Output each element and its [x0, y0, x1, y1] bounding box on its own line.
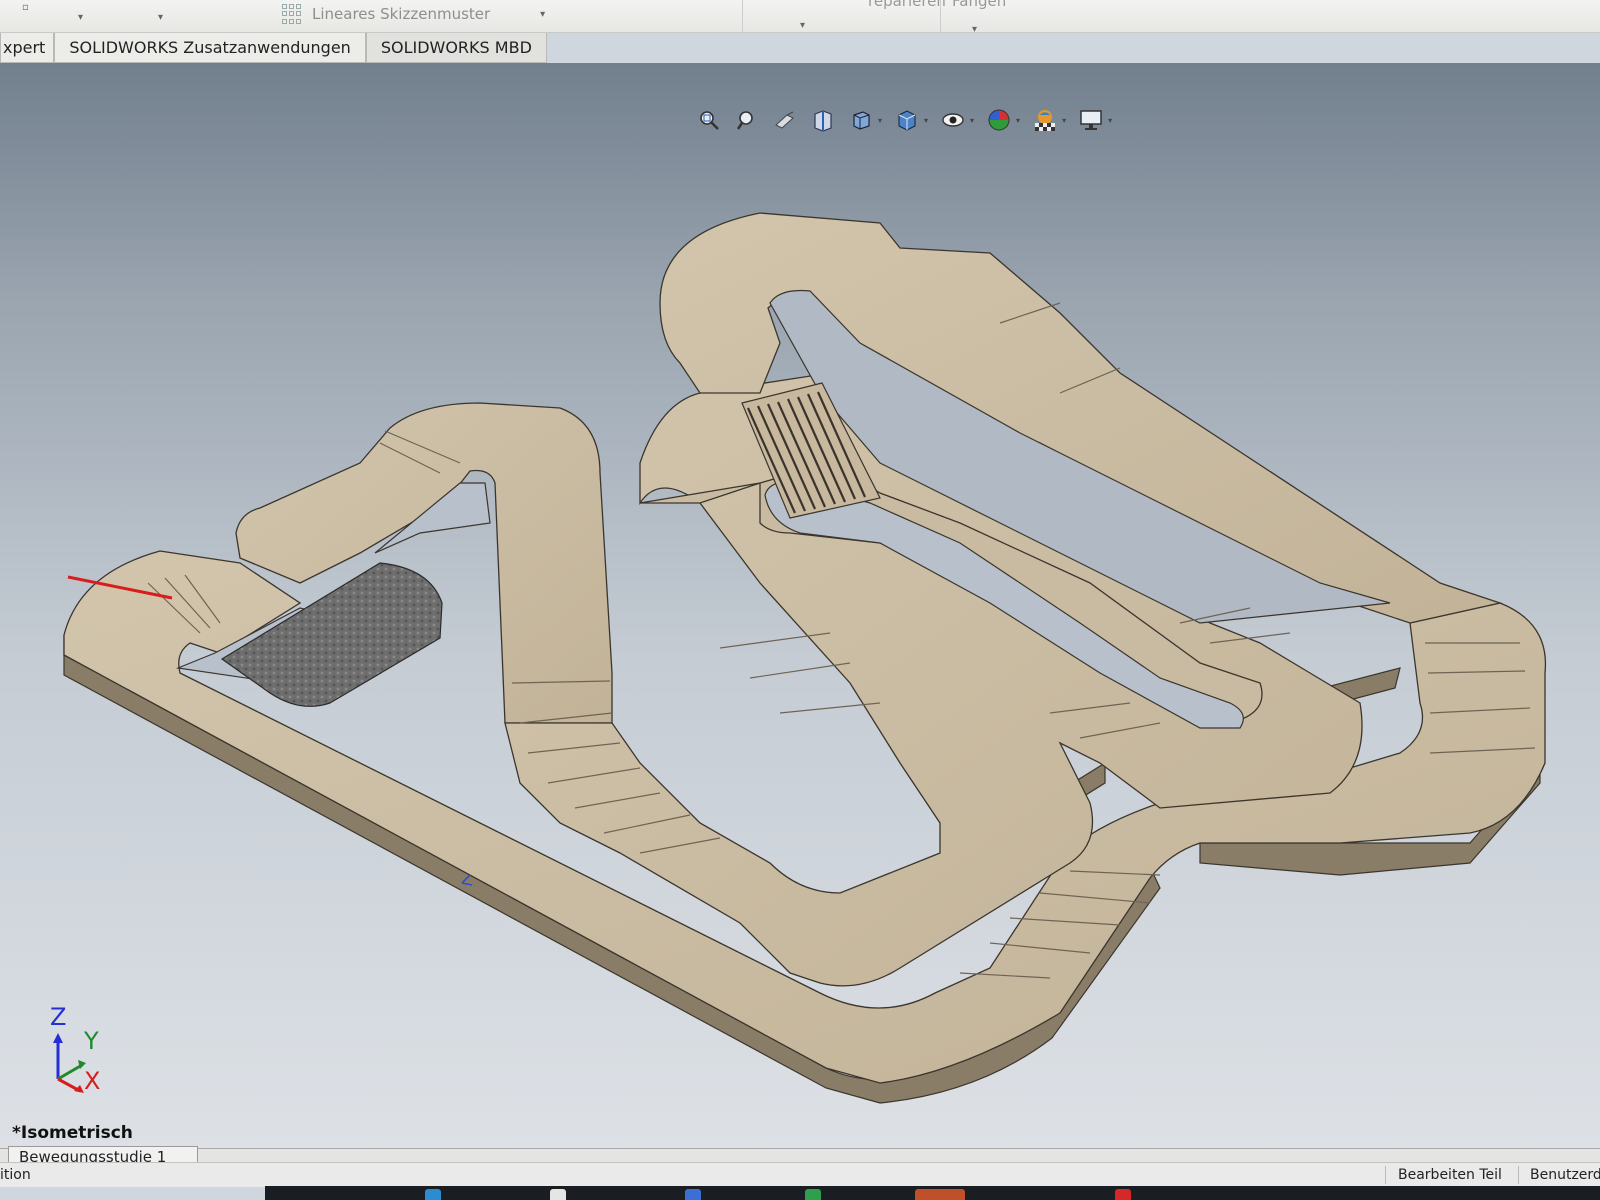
taskbar-app-icon[interactable]	[805, 1189, 821, 1200]
track-model[interactable]	[0, 63, 1600, 1148]
axis-x-label: X	[84, 1067, 101, 1095]
repair-sketch-label[interactable]: reparieren	[868, 0, 946, 10]
dropdown-caret-icon[interactable]: ▾	[972, 24, 977, 35]
command-manager-tabs: xpert SOLIDWORKS Zusatzanwendungen SOLID…	[0, 33, 547, 63]
status-user-defined[interactable]: Benutzerd	[1530, 1167, 1600, 1183]
os-taskbar	[265, 1186, 1600, 1200]
view-orientation-name: *Isometrisch	[12, 1123, 133, 1143]
ribbon-small-icon[interactable]: ▫	[22, 2, 29, 13]
dropdown-caret-icon[interactable]: ▾	[540, 9, 545, 20]
motion-study-bar	[0, 1148, 1600, 1163]
dropdown-caret-icon[interactable]: ▾	[158, 12, 163, 23]
status-left-text: ition	[0, 1167, 31, 1183]
status-edit-mode: Bearbeiten Teil	[1398, 1167, 1502, 1183]
axis-y-label: Y	[84, 1027, 99, 1055]
snap-label[interactable]: Fangen	[952, 0, 1006, 10]
taskbar-app-icon[interactable]	[915, 1189, 965, 1200]
linear-sketch-pattern-label: Lineares Skizzenmuster	[312, 5, 491, 23]
linear-pattern-icon	[282, 4, 302, 24]
tab-expert[interactable]: xpert	[0, 33, 55, 63]
taskbar-app-icon[interactable]	[685, 1189, 701, 1200]
tab-solidworks-mbd[interactable]: SOLIDWORKS MBD	[365, 33, 547, 63]
dropdown-caret-icon[interactable]: ▾	[78, 12, 83, 23]
axis-z-label: Z	[50, 1003, 67, 1031]
status-bar: ition Bearbeiten Teil Benutzerd	[0, 1162, 1600, 1187]
reference-triad[interactable]: Z Y X	[44, 1003, 114, 1095]
taskbar-app-icon[interactable]	[1115, 1189, 1131, 1200]
taskbar-app-icon[interactable]	[425, 1189, 441, 1200]
linear-sketch-pattern-button[interactable]: Lineares Skizzenmuster ▾	[282, 2, 545, 26]
ribbon-toolbar: ▫ ▾ ▾ Lineares Skizzenmuster ▾ ▾ reparie…	[0, 0, 1600, 35]
graphics-viewport[interactable]: ▾ ▾ ▾ ▾ ▾ ▾ Z Y X *Isometrisch	[0, 63, 1600, 1148]
tab-solidworks-addins[interactable]: SOLIDWORKS Zusatzanwendungen	[54, 33, 366, 63]
tab-motion-study[interactable]: Bewegungsstudie 1	[8, 1146, 198, 1163]
dropdown-caret-icon[interactable]: ▾	[800, 20, 805, 31]
taskbar-app-icon[interactable]	[550, 1189, 566, 1200]
